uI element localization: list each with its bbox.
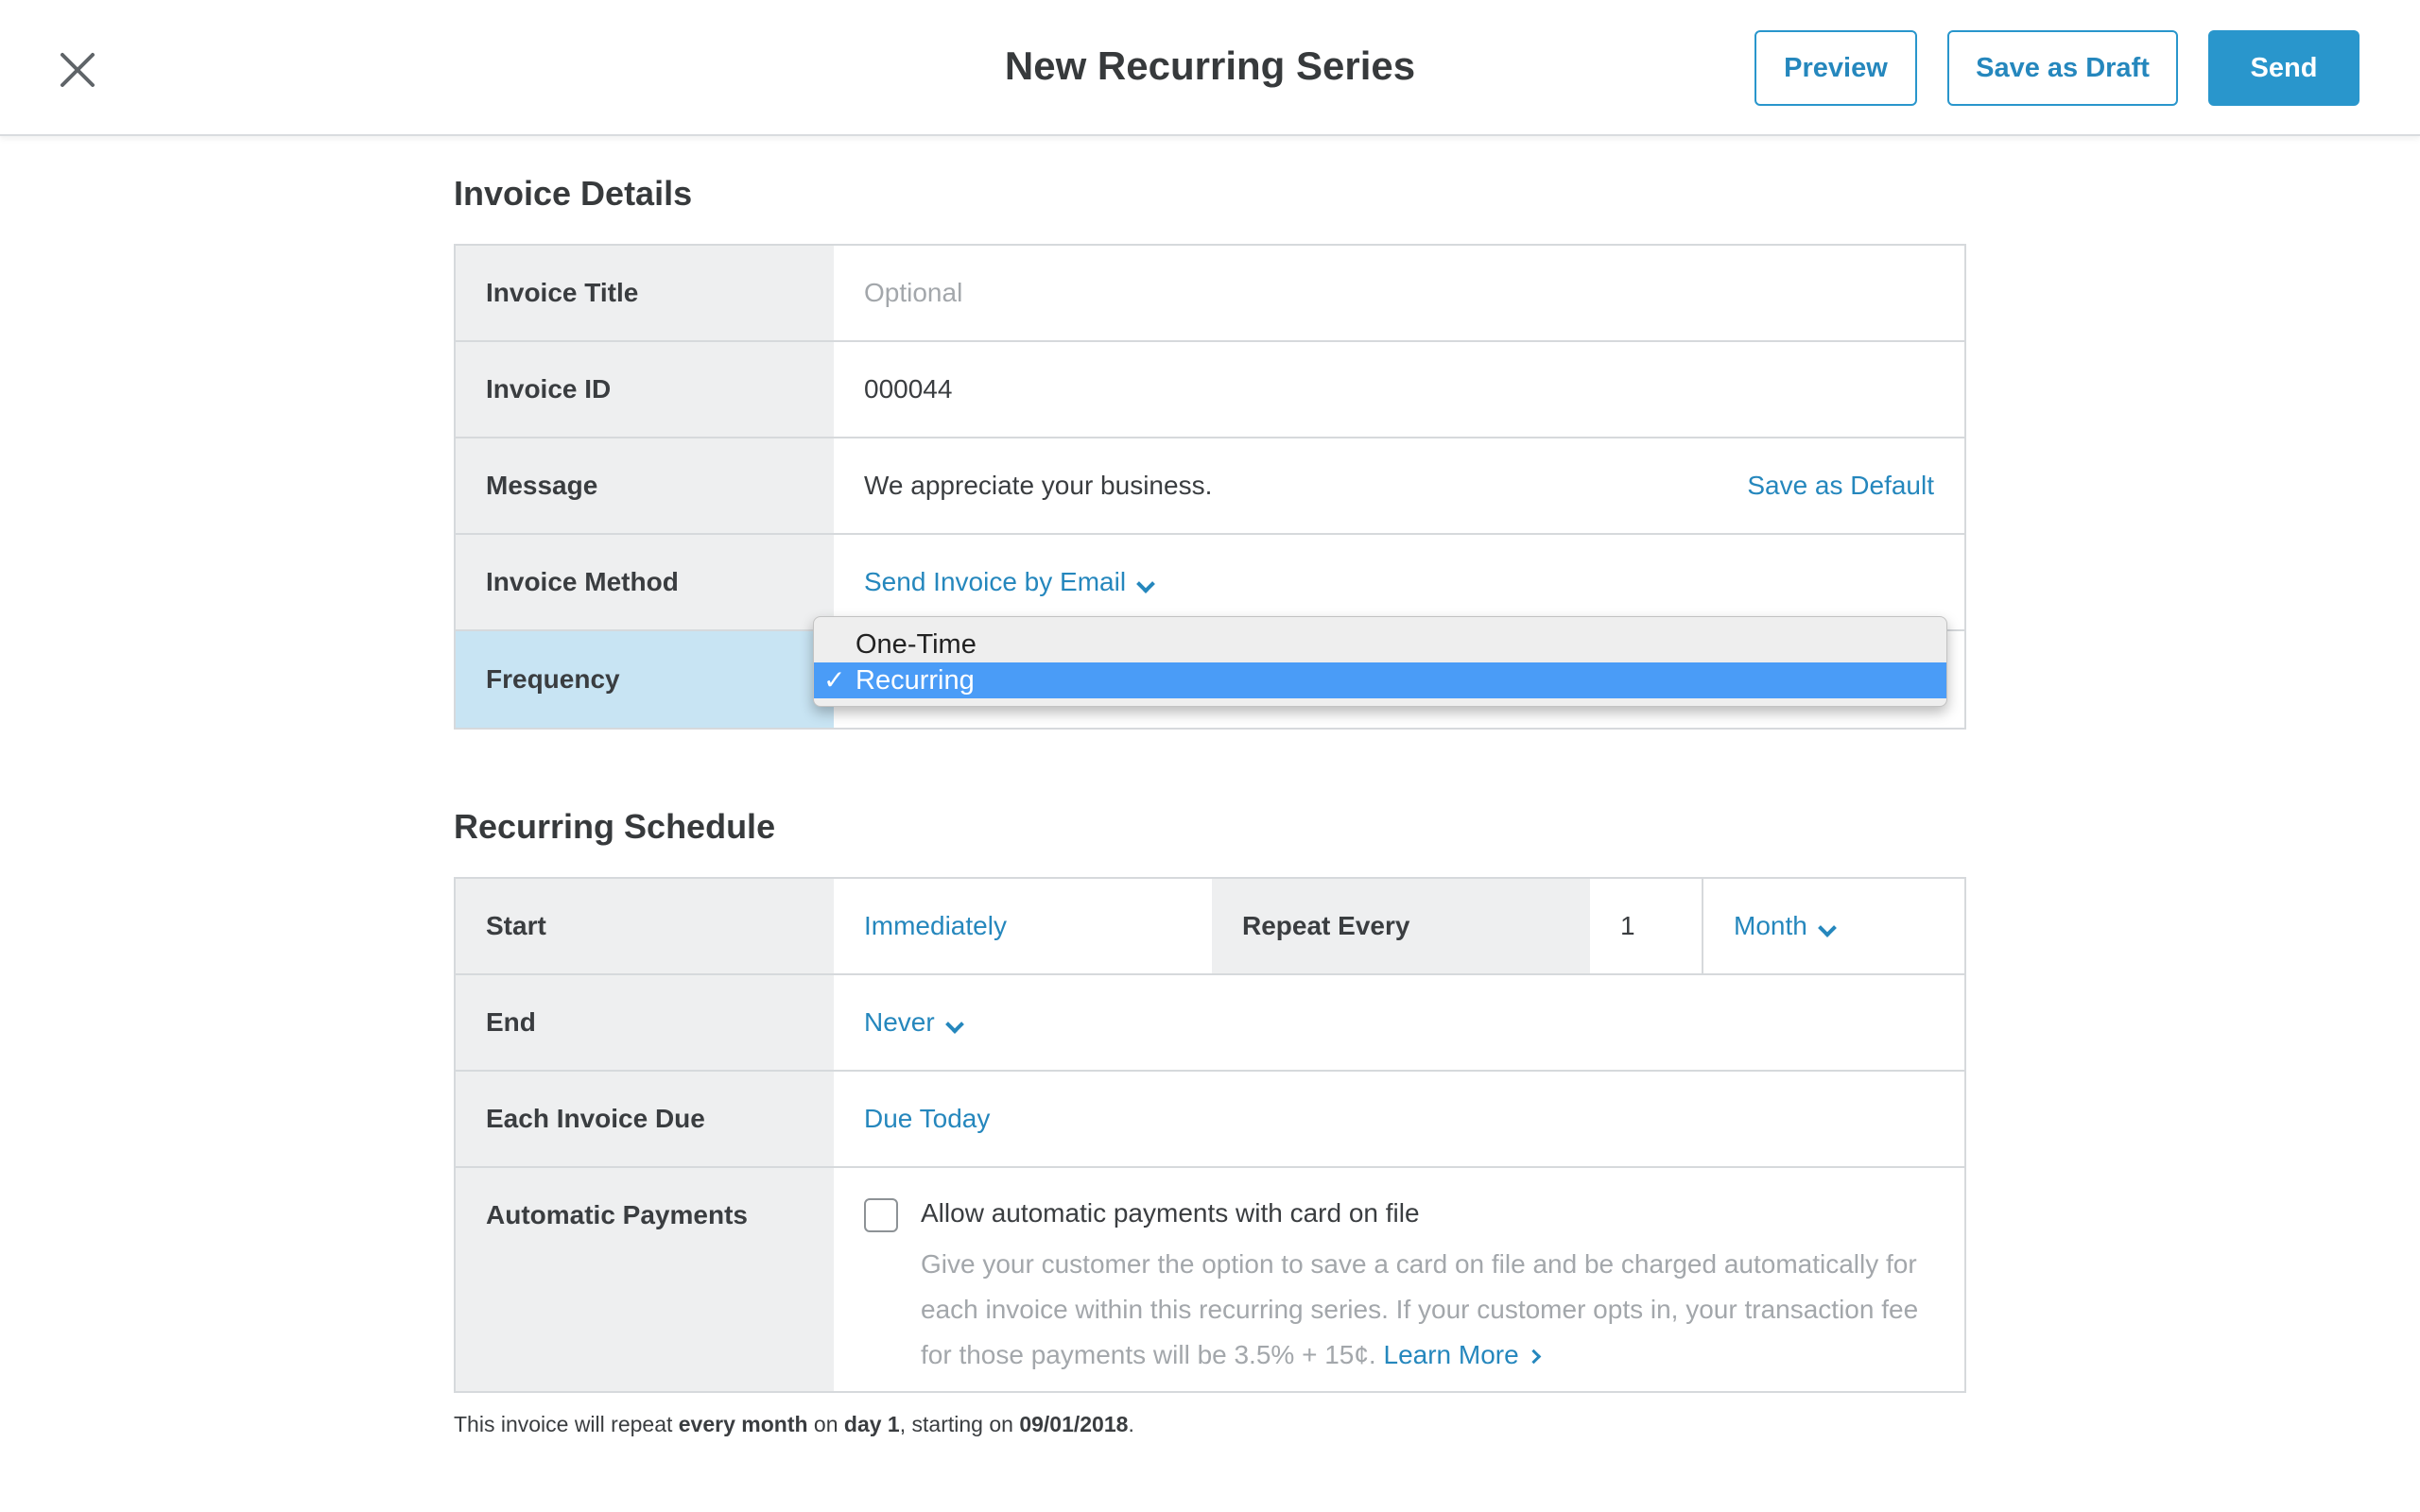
invoice-title-label: Invoice Title <box>456 246 834 340</box>
start-row: Start Immediately Repeat Every 1 Month <box>456 879 1964 975</box>
dropdown-option-recurring[interactable]: ✓ Recurring <box>814 662 1946 698</box>
message-label: Message <box>456 438 834 533</box>
recurring-schedule-table: Start Immediately Repeat Every 1 Month E… <box>454 877 1966 1393</box>
invoice-title-input[interactable]: Optional <box>834 246 1964 340</box>
invoice-due-row: Each Invoice Due Due Today <box>456 1072 1964 1168</box>
invoice-due-cell: Due Today <box>834 1072 1964 1166</box>
preview-button[interactable]: Preview <box>1754 30 1917 106</box>
end-label: End <box>456 975 834 1070</box>
end-value: Never <box>864 1007 935 1037</box>
invoice-id-label: Invoice ID <box>456 342 834 437</box>
summary-day: day 1 <box>843 1412 900 1436</box>
invoice-method-label: Invoice Method <box>456 535 834 629</box>
automatic-payments-body: Allow automatic payments with card on fi… <box>834 1168 1964 1391</box>
repeat-unit-cell: Month <box>1703 879 1964 973</box>
end-cell: Never <box>834 975 1964 1070</box>
frequency-label: Frequency <box>456 631 834 728</box>
repeat-every-label: Repeat Every <box>1212 879 1590 973</box>
automatic-payments-label: Automatic Payments <box>456 1168 834 1391</box>
repeat-count-input[interactable]: 1 <box>1590 879 1703 973</box>
message-cell: We appreciate your business. Save as Def… <box>834 438 1964 533</box>
automatic-payments-title: Allow automatic payments with card on fi… <box>921 1198 1420 1228</box>
end-select[interactable]: Never <box>864 1007 964 1038</box>
recurring-schedule-heading: Recurring Schedule <box>454 807 776 846</box>
automatic-payments-description: Give your customer the option to save a … <box>921 1242 1923 1378</box>
option-label: Recurring <box>856 664 975 696</box>
invoice-details-heading: Invoice Details <box>454 174 693 213</box>
invoice-method-select[interactable]: Send Invoice by Email <box>864 567 1155 597</box>
learn-more-label: Learn More <box>1383 1340 1519 1369</box>
save-draft-button[interactable]: Save as Draft <box>1947 30 2178 106</box>
dropdown-option-one-time[interactable]: One-Time <box>814 627 1946 662</box>
summary-text: , starting on <box>899 1412 1020 1436</box>
chevron-down-icon <box>1136 575 1155 593</box>
start-cell: Immediately <box>834 879 1212 973</box>
repeat-unit-value: Month <box>1734 911 1807 940</box>
frequency-dropdown: One-Time ✓ Recurring <box>813 616 1947 707</box>
summary-text: . <box>1128 1412 1134 1436</box>
summary-text: on <box>807 1412 844 1436</box>
invoice-method-value: Send Invoice by Email <box>864 567 1127 596</box>
chevron-right-icon <box>1526 1349 1541 1365</box>
summary-interval: every month <box>678 1412 808 1436</box>
save-as-default-link[interactable]: Save as Default <box>1747 471 1934 501</box>
message-input[interactable]: We appreciate your business. <box>864 471 1212 501</box>
message-row: Message We appreciate your business. Sav… <box>456 438 1964 535</box>
invoice-title-row: Invoice Title Optional <box>456 246 1964 342</box>
invoice-due-select[interactable]: Due Today <box>864 1104 990 1134</box>
invoice-method-cell: Send Invoice by Email <box>834 535 1964 629</box>
invoice-id-input[interactable]: 000044 <box>834 342 1964 437</box>
start-select[interactable]: Immediately <box>864 911 1007 941</box>
summary-date: 09/01/2018 <box>1019 1412 1129 1436</box>
automatic-payments-row: Automatic Payments Allow automatic payme… <box>456 1168 1964 1391</box>
learn-more-link[interactable]: Learn More <box>1383 1340 1541 1369</box>
check-icon: ✓ <box>823 665 846 695</box>
send-button[interactable]: Send <box>2208 30 2360 106</box>
repeat-unit-select[interactable]: Month <box>1734 911 1837 941</box>
option-label: One-Time <box>856 628 977 660</box>
start-label: Start <box>456 879 834 973</box>
invoice-id-row: Invoice ID 000044 <box>456 342 1964 438</box>
top-bar: New Recurring Series Preview Save as Dra… <box>0 0 2420 136</box>
chevron-down-icon <box>1817 919 1837 937</box>
automatic-payments-checkbox[interactable] <box>864 1198 898 1232</box>
end-row: End Never <box>456 975 1964 1072</box>
chevron-down-icon <box>944 1015 964 1034</box>
invoice-due-label: Each Invoice Due <box>456 1072 834 1166</box>
summary-text: This invoice will repeat <box>454 1412 679 1436</box>
close-icon[interactable] <box>55 47 100 93</box>
schedule-summary: This invoice will repeat every month on … <box>454 1412 1134 1437</box>
